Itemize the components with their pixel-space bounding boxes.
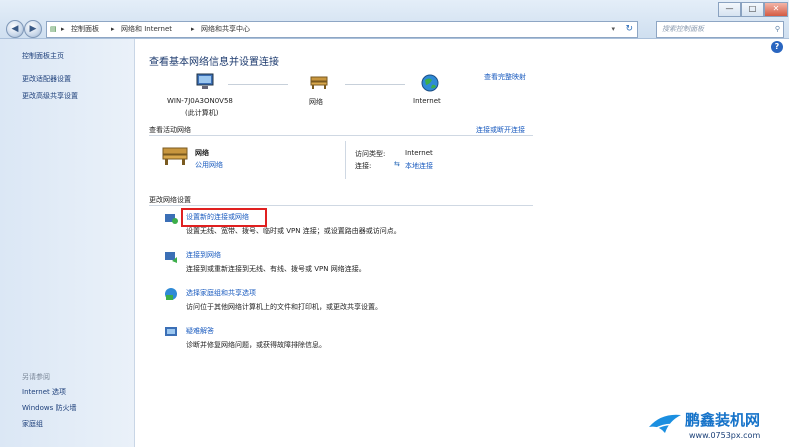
close-button[interactable]: ✕	[764, 2, 788, 17]
search-input[interactable]: 搜索控制面板 ⚲	[656, 21, 784, 38]
forward-button[interactable]: ▶	[24, 20, 42, 38]
task-desc: 访问位于其他网络计算机上的文件和打印机，或更改共享设置。	[186, 303, 382, 311]
connection-label: 连接:	[355, 162, 372, 170]
sidebar-link-advanced-sharing[interactable]: 更改高级共享设置	[22, 91, 78, 101]
refresh-icon[interactable]: ↻	[625, 22, 633, 37]
divider	[149, 135, 533, 136]
crumb-separator: ▸	[111, 25, 115, 33]
task-desc: 诊断并修复网络问题，或获得故障排除信息。	[186, 341, 326, 349]
computer-name: WIN-7J0A3ON0V58	[167, 97, 233, 105]
sidebar-link-firewall[interactable]: Windows 防火墙	[22, 403, 76, 413]
divider	[149, 205, 533, 206]
sidebar-link-internet-options[interactable]: Internet 选项	[22, 387, 66, 397]
task-setup-new-connection[interactable]: 设置新的连接或网络	[186, 212, 249, 222]
minimize-button[interactable]: —	[718, 2, 741, 17]
sidebar-link-homegroup[interactable]: 家庭组	[22, 419, 43, 429]
access-type-value: Internet	[405, 149, 433, 157]
page-title: 查看基本网络信息并设置连接	[149, 57, 279, 68]
new-connection-icon	[165, 214, 178, 224]
help-button[interactable]: ?	[771, 41, 783, 53]
crumb-separator: ▸	[61, 25, 65, 33]
local-connection-link[interactable]: 本地连接	[405, 161, 433, 171]
network-bench-icon	[310, 76, 328, 89]
map-connector	[345, 84, 405, 85]
breadcrumb-network-internet[interactable]: 网络和 Internet	[121, 22, 172, 37]
network-type-link[interactable]: 公用网络	[195, 160, 223, 170]
search-placeholder: 搜索控制面板	[662, 25, 704, 33]
bird-logo-icon	[649, 414, 681, 433]
map-internet-label: Internet	[413, 97, 441, 105]
task-desc: 连接到或重新连接到无线、有线、拨号或 VPN 网络连接。	[186, 265, 366, 273]
map-connector	[228, 84, 288, 85]
vertical-divider	[345, 141, 346, 179]
active-networks-header: 查看活动网络	[149, 126, 191, 134]
computer-subtitle: (此计算机)	[185, 109, 219, 117]
local-connection-icon: ⇆	[394, 160, 400, 168]
task-desc: 设置无线、宽带、拨号、临时或 VPN 连接；或设置路由器或访问点。	[186, 227, 401, 235]
see-also-header: 另请参阅	[22, 373, 50, 381]
homegroup-sharing-icon	[165, 288, 177, 300]
task-troubleshoot[interactable]: 疑难解答	[186, 326, 214, 336]
watermark-url: www.0753px.com	[689, 431, 761, 440]
folder-icon: ▤	[50, 25, 57, 33]
computer-icon	[196, 73, 214, 89]
active-network-name: 网络	[195, 149, 209, 157]
address-bar[interactable]: ▤ ▸ 控制面板 ▸ 网络和 Internet ▸ 网络和共享中心 ▾ ↻	[46, 21, 638, 38]
sidebar-link-adapter[interactable]: 更改适配器设置	[22, 74, 71, 84]
crumb-separator: ▸	[191, 25, 195, 33]
maximize-button[interactable]: □	[741, 2, 764, 17]
task-connect-to-network[interactable]: 连接到网络	[186, 250, 221, 260]
main-content: ? 查看基本网络信息并设置连接 查看完整映射 WIN-7J0A3ON0V58 (…	[135, 39, 789, 447]
map-network-label: 网络	[309, 98, 323, 106]
title-bar: ◀ ▶ ▤ ▸ 控制面板 ▸ 网络和 Internet ▸ 网络和共享中心 ▾ …	[0, 0, 789, 39]
watermark-logo: 鹏鑫装机网 www.0753px.com	[645, 407, 785, 445]
watermark-brand: 鹏鑫装机网	[685, 411, 761, 429]
breadcrumb-network-sharing-center[interactable]: 网络和共享中心	[201, 22, 250, 37]
back-button[interactable]: ◀	[6, 20, 24, 38]
internet-globe-icon	[421, 74, 439, 92]
search-icon[interactable]: ⚲	[775, 22, 780, 37]
access-type-label: 访问类型:	[355, 150, 386, 158]
troubleshoot-icon	[165, 327, 177, 336]
sidebar-home-link[interactable]: 控制面板主页	[22, 51, 64, 61]
dropdown-arrow-icon[interactable]: ▾	[611, 22, 615, 37]
change-settings-header: 更改网络设置	[149, 196, 191, 204]
breadcrumb-control-panel[interactable]: 控制面板	[71, 22, 99, 37]
sidebar: 控制面板主页 更改适配器设置 更改高级共享设置 另请参阅 Internet 选项…	[0, 39, 135, 447]
connect-network-icon	[165, 252, 177, 263]
active-network-bench-icon	[162, 147, 188, 165]
connect-disconnect-link[interactable]: 连接或断开连接	[476, 125, 525, 135]
task-homegroup-sharing[interactable]: 选择家庭组和共享选项	[186, 288, 256, 298]
view-full-map-link[interactable]: 查看完整映射	[484, 72, 526, 82]
